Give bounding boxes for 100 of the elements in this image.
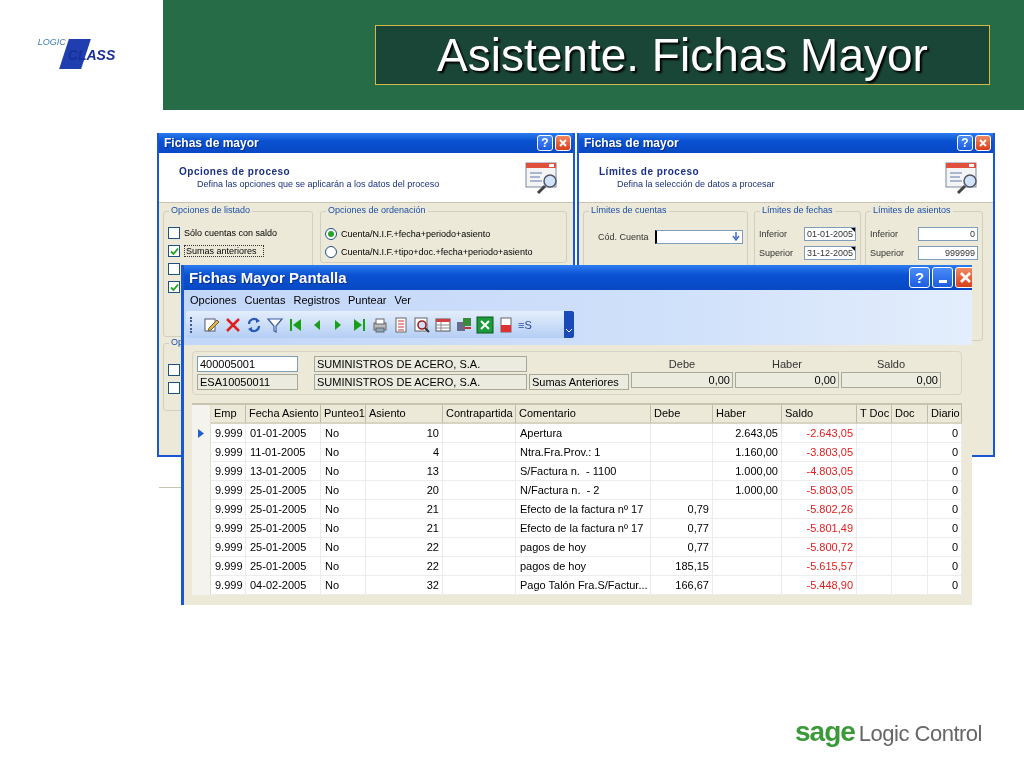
slide-title: Asistente. Fichas Mayor	[437, 28, 928, 82]
spreadsheet-icon[interactable]	[476, 315, 494, 334]
column-header[interactable]: Fecha Asiento	[246, 405, 321, 424]
date-field[interactable]: 31-12-2005	[804, 245, 856, 260]
column-header[interactable]: Comentario	[516, 405, 651, 424]
table-cell: S/Factura n. - 1100	[516, 462, 651, 481]
table-cell: 0	[928, 424, 962, 443]
table-cell: 1.000,00	[713, 481, 782, 500]
table-icon[interactable]	[434, 315, 452, 334]
table-cell	[892, 576, 928, 595]
close-button[interactable]	[955, 267, 972, 288]
checkbox[interactable]	[168, 364, 180, 376]
checkbox[interactable]	[168, 245, 180, 257]
menu-item[interactable]: Puntear	[347, 294, 387, 306]
sum-button[interactable]: ≡S	[518, 318, 536, 331]
group-label: Opciones de listado	[169, 205, 253, 215]
close-button[interactable]	[555, 135, 571, 151]
checkbox-label[interactable]: Sólo cuentas con saldo	[184, 228, 278, 238]
table-cell: 25-01-2005	[246, 500, 321, 519]
totals-label: Sumas Anteriores	[529, 374, 629, 390]
table-cell: 25-01-2005	[246, 538, 321, 557]
radio-button[interactable]	[325, 228, 337, 240]
magnifier-icon[interactable]	[413, 315, 431, 334]
table-cell: No	[321, 557, 366, 576]
table-cell: No	[321, 576, 366, 595]
check-icon	[169, 246, 179, 256]
section-description: Defina la selección de datos a procesar	[617, 179, 775, 189]
column-header[interactable]: Saldo	[782, 405, 857, 424]
edit-icon[interactable]	[203, 315, 221, 334]
column-header[interactable]: Asiento	[366, 405, 443, 424]
row-header	[192, 405, 211, 424]
table-cell: 0,79	[651, 500, 713, 519]
account-dropdown[interactable]	[654, 229, 743, 244]
menu-item[interactable]: Ver	[394, 294, 411, 306]
column-header[interactable]: Haber	[713, 405, 782, 424]
table-cell: 9.999	[211, 462, 246, 481]
column-header[interactable]: T Doc	[857, 405, 892, 424]
checkbox-label[interactable]: Sumas anteriores	[184, 245, 264, 257]
printer-icon[interactable]	[371, 315, 389, 334]
table-cell: 21	[366, 519, 443, 538]
account-code-field[interactable]: 400005001	[197, 356, 298, 372]
filter-icon[interactable]	[266, 315, 284, 334]
radio-label[interactable]: Cuenta/N.I.F.+tipo+doc.+fecha+periodo+asiento	[341, 247, 533, 257]
radio-label[interactable]: Cuenta/N.I.F.+fecha+periodo+asiento	[341, 229, 491, 239]
checkbox[interactable]	[168, 227, 180, 239]
field-label: Inferior	[759, 228, 787, 239]
help-button[interactable]: ?	[537, 135, 553, 151]
checkbox[interactable]	[168, 263, 180, 275]
refresh-icon[interactable]	[245, 315, 263, 334]
column-header[interactable]: Doc	[892, 405, 928, 424]
total-field: 0,00	[631, 372, 733, 388]
table-cell: 2.643,05	[713, 424, 782, 443]
table-cell: 22	[366, 557, 443, 576]
column-header[interactable]: Emp	[211, 405, 246, 424]
table-cell: 32	[366, 576, 443, 595]
table-cell	[713, 576, 782, 595]
document-icon[interactable]	[497, 315, 515, 334]
table-cell: 01-01-2005	[246, 424, 321, 443]
table-cell: Pago Talón Fra.S/Factur...	[516, 576, 651, 595]
table-cell	[651, 424, 713, 443]
check-icon	[169, 282, 179, 292]
column-header[interactable]: Diario	[928, 405, 962, 424]
close-icon	[958, 270, 972, 285]
radio-button[interactable]	[325, 246, 337, 258]
table-cell: 4	[366, 443, 443, 462]
table-cell	[892, 424, 928, 443]
table-cell: 9.999	[211, 443, 246, 462]
section-description: Defina las opciones que se aplicarán a los datos del proceso	[197, 179, 440, 189]
column-header[interactable]: Punteo1	[321, 405, 366, 424]
table-cell: 1.160,00	[713, 443, 782, 462]
help-button[interactable]: ?	[957, 135, 973, 151]
close-button[interactable]	[975, 135, 991, 151]
table-cell: 0,77	[651, 538, 713, 557]
number-field[interactable]: 999999	[918, 245, 978, 260]
table-cell: 13-01-2005	[246, 462, 321, 481]
current-row-icon	[198, 429, 204, 438]
table-cell: 0	[928, 576, 962, 595]
menu-item[interactable]: Cuentas	[244, 294, 286, 306]
help-button[interactable]: ?	[909, 267, 930, 288]
menu-item[interactable]: Opciones	[190, 294, 237, 306]
checkbox[interactable]	[168, 281, 180, 293]
column-header[interactable]: Debe	[651, 405, 713, 424]
account-name-field: SUMINISTROS DE ACERO, S.A.	[314, 356, 527, 372]
toolbar-overflow-icon[interactable]	[564, 311, 574, 338]
date-field[interactable]: 01-01-2005	[804, 226, 856, 241]
menu-item[interactable]: Registros	[293, 294, 340, 306]
minimize-button[interactable]	[932, 267, 953, 288]
table-cell: No	[321, 424, 366, 443]
checkbox[interactable]	[168, 382, 180, 394]
table-cell: 11-01-2005	[246, 443, 321, 462]
totals-header: Debe	[667, 358, 697, 372]
number-field[interactable]: 0	[918, 226, 978, 241]
section-heading: Opciones de proceso	[179, 166, 292, 177]
corner-icon	[851, 246, 855, 251]
table-cell: pagos de hoy	[516, 538, 651, 557]
table-cell: 04-02-2005	[246, 576, 321, 595]
table-cell: 25-01-2005	[246, 519, 321, 538]
delete-icon[interactable]	[224, 315, 242, 334]
window-title: Fichas de mayor	[164, 136, 259, 150]
column-header[interactable]: Contrapartida	[443, 405, 516, 424]
